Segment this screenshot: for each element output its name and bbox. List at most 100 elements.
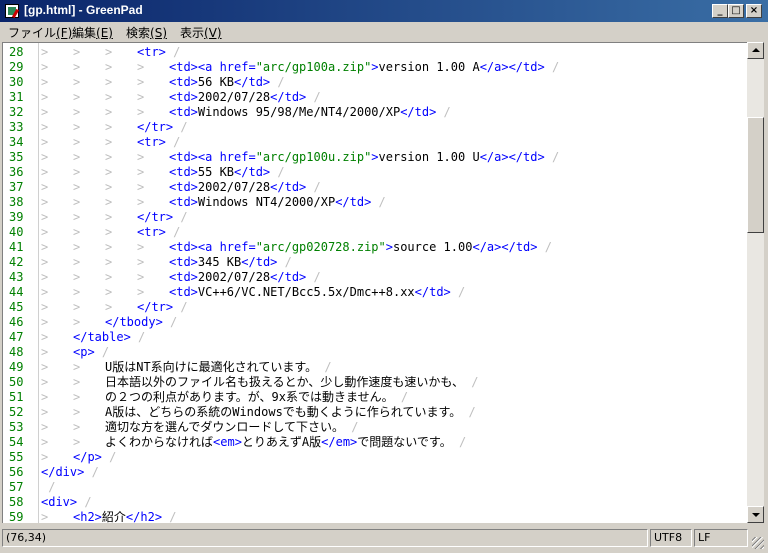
tab-mark: > — [105, 90, 113, 104]
window-title: [gp.html] - GreenPad — [24, 3, 143, 17]
status-line-ending[interactable]: LF — [694, 529, 748, 547]
tab-mark: > — [137, 240, 145, 254]
code-text: </div> / — [41, 465, 99, 480]
code-line: 36 > > > > <td>55 KB</td> / — [3, 165, 747, 180]
tab-mark: > — [41, 450, 49, 464]
menu-file[interactable]: ファイル(F) — [8, 24, 72, 41]
tab-mark: > — [105, 60, 113, 74]
line-number: 41 — [9, 240, 24, 254]
html-tag: </td> — [270, 180, 307, 194]
code-text: > > > > <td>VC++6/VC.NET/Bcc5.5x/Dmc++8.xx</… — [41, 285, 465, 300]
code-text: > > > </tr> / — [41, 210, 188, 225]
line-number: 52 — [9, 405, 24, 419]
tab-mark: > — [137, 180, 145, 194]
minimize-button[interactable]: _ — [712, 4, 728, 18]
end-of-line-mark: / — [94, 345, 110, 359]
tab-mark: > — [41, 135, 49, 149]
tab-mark: > — [41, 270, 49, 284]
html-tag: <td> — [169, 285, 198, 299]
code-text: > > > > <td>2002/07/28</td> / — [41, 90, 321, 105]
menu-view[interactable]: 表示(V) — [180, 24, 222, 41]
tab-mark: > — [73, 90, 81, 104]
end-of-line-mark: / — [130, 330, 146, 344]
html-tag: </h2> — [125, 510, 163, 523]
tab-mark: > — [73, 435, 81, 449]
html-tag: <tr> — [137, 225, 166, 239]
greenpad-app-icon[interactable] — [5, 4, 20, 19]
line-number: 53 — [9, 420, 24, 434]
html-tag: </p> — [73, 450, 102, 464]
tab-mark: > — [41, 75, 49, 89]
close-button[interactable]: × — [746, 4, 762, 18]
tab-mark: > — [105, 180, 113, 194]
attribute-string: "arc/gp100a.zip" — [255, 60, 372, 74]
menu-view-label: 表示 — [180, 26, 205, 40]
tab-mark: > — [73, 105, 81, 119]
text-content: の２つの利点があります。が、9x系では動きません。 — [105, 390, 394, 404]
html-tag: <td> — [169, 75, 198, 89]
code-line: 47 > </table> / — [3, 330, 747, 345]
menu-file-label: ファイル — [8, 26, 57, 40]
end-of-line-mark: / — [306, 180, 321, 194]
tab-mark: > — [137, 60, 145, 74]
status-cursor-position: (76,34) — [2, 529, 648, 547]
tab-mark: > — [41, 165, 49, 179]
html-tag: <td><a href= — [169, 240, 256, 254]
html-tag: </a></td> — [479, 60, 545, 74]
menu-file-accel: (F) — [56, 26, 73, 40]
vertical-scrollbar[interactable] — [747, 42, 764, 523]
title-bar[interactable]: [gp.html] - GreenPad _ □ × — [0, 0, 768, 22]
tab-mark: > — [137, 255, 145, 269]
text-content: 55 KB — [197, 165, 235, 179]
code-text: > <h2>紹介</h2> / — [41, 510, 177, 523]
tab-mark: > — [41, 375, 49, 389]
line-number: 48 — [9, 345, 24, 359]
status-bar: (76,34) UTF8 LF — [0, 527, 768, 551]
code-text: > > </tbody> / — [41, 315, 177, 330]
code-text: > > 日本語以外のファイル名も扱えるとか、少し動作速度も速いかも、 / — [41, 375, 479, 390]
scroll-up-button[interactable] — [747, 42, 764, 59]
status-encoding[interactable]: UTF8 — [650, 529, 692, 547]
menu-edit[interactable]: 編集(E) — [72, 24, 113, 41]
html-tag: <div> — [41, 495, 78, 509]
menu-edit-label: 編集 — [72, 26, 97, 40]
code-text: / — [41, 480, 55, 495]
end-of-line-mark: / — [165, 45, 181, 59]
attribute-string: "arc/gp100u.zip" — [255, 150, 372, 164]
tab-mark: > — [73, 285, 81, 299]
menu-view-accel: (V) — [204, 26, 222, 40]
tab-mark: > — [73, 150, 81, 164]
code-line: 42 > > > > <td>345 KB</td> / — [3, 255, 747, 270]
code-line: 45 > > > </tr> / — [3, 300, 747, 315]
maximize-button[interactable]: □ — [728, 4, 744, 18]
text-editor[interactable]: 28 > > > <tr> /29 > > > > <td><a href="arc/gp100a… — [2, 42, 747, 523]
line-number: 50 — [9, 375, 24, 389]
end-of-line-mark: / — [277, 255, 292, 269]
html-tag: <h2> — [73, 510, 102, 523]
end-of-line-mark: / — [344, 420, 359, 434]
html-tag: <td><a href= — [169, 60, 256, 74]
scroll-thumb[interactable] — [747, 117, 764, 233]
tab-mark: > — [137, 90, 145, 104]
menu-search[interactable]: 検索(S) — [126, 24, 167, 41]
tab-mark: > — [41, 45, 49, 59]
code-line: 55 > </p> / — [3, 450, 747, 465]
tab-mark: > — [105, 105, 113, 119]
code-text: > > U版はNT系向けに最適化されています。 / — [41, 360, 332, 375]
code-line: 30 > > > > <td>56 KB</td> / — [3, 75, 747, 90]
text-content: 56 KB — [197, 75, 235, 89]
end-of-line-mark: / — [270, 75, 285, 89]
tab-mark: > — [73, 120, 81, 134]
resize-grip-icon[interactable] — [752, 537, 764, 549]
tab-mark: > — [73, 210, 81, 224]
end-of-line-mark: / — [393, 390, 409, 404]
html-tag: </td> — [234, 75, 271, 89]
code-line: 51 > > の２つの利点があります。が、9x系では動きません。 / — [3, 390, 747, 405]
tab-mark: > — [41, 390, 49, 404]
tab-mark: > — [105, 120, 113, 134]
end-of-line-mark: / — [317, 360, 332, 374]
code-text: > > > <tr> / — [41, 45, 180, 60]
html-tag: > — [385, 240, 393, 254]
text-content: version 1.00 U — [378, 150, 480, 164]
scroll-down-button[interactable] — [747, 506, 764, 523]
